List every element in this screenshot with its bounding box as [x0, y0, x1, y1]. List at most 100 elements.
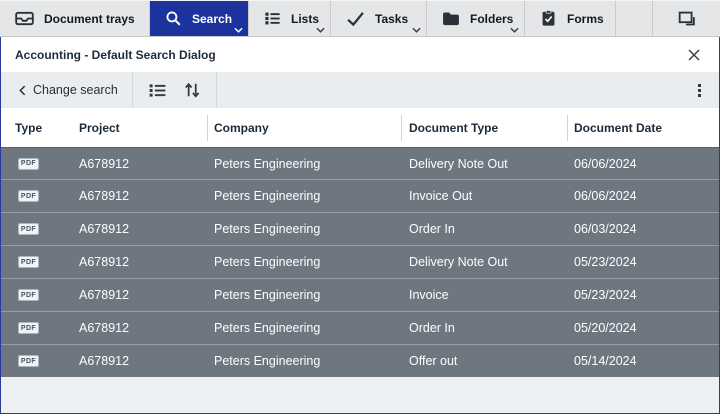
doc-date-cell: 05/20/2024	[574, 321, 637, 335]
doc-type-cell: Offer out	[409, 354, 458, 368]
search-dialog: Accounting - Default Search Dialog Chang…	[0, 37, 720, 414]
doc-date-cell: 06/06/2024	[574, 189, 637, 203]
project-cell: A678912	[79, 255, 130, 269]
checkmark-icon	[345, 8, 366, 29]
doc-date-cell: 06/03/2024	[574, 222, 637, 236]
column-header-project[interactable]: Project	[65, 108, 207, 147]
pdf-file-icon: PDF	[18, 289, 39, 301]
column-header-document-type[interactable]: Document Type	[401, 108, 567, 147]
company-cell: Peters Engineering	[214, 321, 321, 335]
result-toolbar: Change search	[1, 72, 719, 108]
table-row[interactable]: PDF A678912 Peters Engineering Invoice 0…	[1, 279, 719, 312]
chevron-left-icon	[19, 85, 26, 96]
close-icon	[688, 48, 700, 61]
nav-tab-lists[interactable]: Lists	[249, 1, 331, 36]
result-list: PDF A678912 Peters Engineering Delivery …	[1, 147, 719, 377]
nav-tab-folders[interactable]: Folders	[427, 1, 525, 36]
app-window: Document trays Search Lists Tasks Folder…	[0, 0, 720, 414]
nav-tab-label: Lists	[291, 11, 320, 26]
document-type-cell: PDF	[1, 180, 65, 212]
doc-type-cell: Invoice Out	[409, 189, 473, 203]
table-row[interactable]: PDF A678912 Peters Engineering Order In …	[1, 213, 719, 246]
change-search-button[interactable]: Change search	[1, 72, 132, 108]
nav-tab-label: Search	[192, 11, 233, 26]
company-cell: Peters Engineering	[214, 288, 321, 302]
kebab-dot	[698, 93, 701, 97]
kebab-dot	[698, 88, 701, 92]
table-row[interactable]: PDF A678912 Peters Engineering Delivery …	[1, 147, 719, 180]
pdf-file-icon: PDF	[18, 223, 39, 235]
folder-icon	[441, 9, 461, 29]
table-row[interactable]: PDF A678912 Peters Engineering Invoice O…	[1, 180, 719, 213]
nav-tab-search[interactable]: Search	[150, 1, 249, 36]
doc-date-cell: 05/23/2024	[574, 288, 637, 302]
restore-window-icon	[676, 8, 698, 30]
pdf-file-icon: PDF	[18, 190, 39, 202]
pdf-file-icon: PDF	[18, 157, 39, 170]
inbox-tray-icon	[14, 8, 35, 29]
chevron-down-icon	[412, 27, 421, 33]
table-row[interactable]: PDF A678912 Peters Engineering Offer out…	[1, 345, 719, 377]
company-cell: Peters Engineering	[214, 255, 321, 269]
dialog-header: Accounting - Default Search Dialog	[1, 37, 719, 72]
doc-date-cell: 06/06/2024	[574, 156, 637, 171]
doc-type-cell: Delivery Note Out	[409, 255, 508, 269]
table-header: Type Project Company Document Type Docum…	[1, 108, 719, 147]
doc-date-cell: 05/14/2024	[574, 354, 637, 368]
nav-tab-forms[interactable]: Forms	[525, 1, 616, 36]
change-search-label: Change search	[33, 83, 118, 97]
doc-type-cell: Order In	[409, 321, 455, 335]
toolbar-separator	[215, 72, 217, 108]
nav-tab-tasks[interactable]: Tasks	[331, 1, 427, 36]
doc-type-cell: Invoice	[409, 288, 449, 302]
list-view-icon	[149, 83, 166, 97]
document-type-cell: PDF	[1, 246, 65, 278]
nav-tab-label: Folders	[470, 11, 514, 26]
nav-tab-label: Forms	[567, 11, 604, 26]
nav-tab-document-trays[interactable]: Document trays	[0, 1, 150, 36]
nav-tab-label: Document trays	[44, 11, 135, 26]
chevron-down-icon	[316, 27, 325, 33]
dialog-footer	[1, 377, 719, 413]
document-type-cell: PDF	[1, 148, 65, 179]
restore-window-button[interactable]	[652, 1, 720, 36]
document-type-cell: PDF	[1, 312, 65, 344]
company-cell: Peters Engineering	[214, 156, 321, 171]
document-type-cell: PDF	[1, 279, 65, 311]
navbar-spacer	[616, 1, 652, 36]
project-cell: A678912	[79, 156, 130, 171]
table-row[interactable]: PDF A678912 Peters Engineering Delivery …	[1, 246, 719, 279]
chevron-down-icon	[234, 27, 243, 33]
company-cell: Peters Engineering	[214, 354, 321, 368]
list-icon	[263, 9, 282, 28]
pdf-file-icon: PDF	[18, 355, 39, 367]
list-view-button[interactable]	[147, 80, 168, 101]
kebab-dot	[698, 83, 701, 87]
chevron-down-icon	[510, 27, 519, 33]
project-cell: A678912	[79, 189, 130, 203]
document-type-cell: PDF	[1, 345, 65, 377]
pdf-file-icon: PDF	[18, 322, 39, 334]
more-options-button[interactable]	[688, 78, 711, 103]
project-cell: A678912	[79, 222, 130, 236]
column-header-type[interactable]: Type	[1, 108, 65, 147]
view-tools-group	[133, 72, 216, 108]
clipboard-check-icon	[539, 9, 558, 28]
table-row[interactable]: PDF A678912 Peters Engineering Order In …	[1, 312, 719, 345]
project-cell: A678912	[79, 354, 130, 368]
doc-type-cell: Order In	[409, 222, 455, 236]
document-type-cell: PDF	[1, 213, 65, 245]
nav-tab-label: Tasks	[375, 11, 409, 26]
project-cell: A678912	[79, 288, 130, 302]
company-cell: Peters Engineering	[214, 222, 321, 236]
sort-button[interactable]	[182, 80, 202, 100]
sort-icon	[184, 82, 200, 98]
search-icon	[164, 9, 183, 28]
dialog-title: Accounting - Default Search Dialog	[15, 47, 216, 62]
column-header-document-date[interactable]: Document Date	[567, 108, 719, 147]
top-navbar: Document trays Search Lists Tasks Folder…	[0, 0, 720, 37]
pdf-file-icon: PDF	[18, 256, 39, 268]
column-header-company[interactable]: Company	[207, 108, 401, 147]
close-button[interactable]	[685, 46, 703, 64]
doc-date-cell: 05/23/2024	[574, 255, 637, 269]
